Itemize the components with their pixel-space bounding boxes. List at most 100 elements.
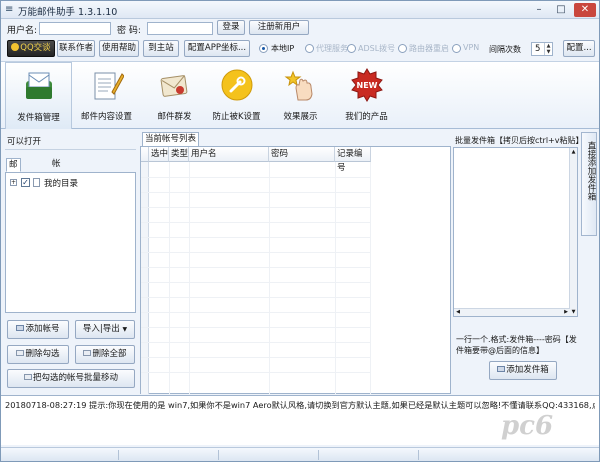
window-title: 万能邮件助手 1.3.1.10 bbox=[18, 7, 118, 18]
status-message[interactable]: 20180718-08:27:19 提示:你现在使用的是 win7,如果你不是w… bbox=[5, 399, 595, 411]
spinner-arrows-icon[interactable]: ▲ ▼ bbox=[544, 43, 552, 55]
home-button[interactable]: 到主站 bbox=[143, 40, 179, 57]
expand-icon[interactable]: + bbox=[10, 179, 17, 186]
add-outbox-button[interactable]: 添加发件箱 bbox=[489, 361, 557, 380]
tool-outbox-manage[interactable]: 发件箱管理 bbox=[5, 62, 72, 129]
grid-line bbox=[189, 162, 190, 394]
watermark-logo: pc6 bbox=[501, 411, 593, 447]
batch-move-icon bbox=[23, 374, 32, 380]
add-account-icon bbox=[16, 325, 25, 331]
grid-line bbox=[141, 237, 371, 238]
contact-author-button[interactable]: 联系作者 bbox=[57, 40, 95, 57]
qq-chat-button[interactable]: QQ交谈 bbox=[7, 40, 55, 57]
grid-tab-current-accounts[interactable]: 当前帐号列表 bbox=[142, 132, 200, 147]
grid-line bbox=[370, 162, 371, 394]
maximize-button[interactable]: □ bbox=[551, 3, 571, 17]
delete-all-button[interactable]: 删除全部 bbox=[75, 345, 135, 364]
interval-spinner[interactable]: 5 ▲ ▼ bbox=[531, 42, 553, 56]
tool-showcase-label: 效果展示 bbox=[283, 112, 318, 122]
delete-all-label: 删除全部 bbox=[92, 349, 127, 359]
import-export-button[interactable]: 导入|导出 ▼ bbox=[75, 320, 135, 339]
action-row: QQ交谈 联系作者 使用帮助 到主站 配置APP坐标... 本地IP 代理服务 … bbox=[1, 38, 599, 60]
tool-anti-block-label: 防止被K设置 bbox=[212, 112, 261, 122]
tool-mass-mail[interactable]: 邮件群发 bbox=[141, 62, 208, 128]
tool-our-products[interactable]: NEW 我们的产品 bbox=[333, 62, 400, 128]
batch-outbox-hint: 一行一个.格式:发件箱----密码【发件箱要带@后面的信息】 bbox=[456, 335, 577, 355]
tool-anti-block[interactable]: 防止被K设置 bbox=[203, 62, 270, 128]
tool-mass-mail-label: 邮件群发 bbox=[157, 112, 192, 122]
grid-line bbox=[141, 282, 371, 283]
minimize-button[interactable]: – bbox=[529, 3, 549, 17]
scroll-right-icon[interactable]: ▶ bbox=[562, 309, 570, 316]
envelope-icon bbox=[160, 75, 188, 97]
config-button[interactable]: 配置... bbox=[563, 40, 595, 57]
scroll-left-icon[interactable]: ◀ bbox=[454, 309, 462, 316]
account-grid[interactable]: 选中 类型 用户名 密码 记录编号 bbox=[140, 146, 451, 394]
close-button[interactable]: ✕ bbox=[574, 3, 596, 17]
tool-mail-content-label: 邮件内容设置 bbox=[80, 112, 132, 122]
svg-text:NEW: NEW bbox=[357, 81, 378, 90]
grid-line bbox=[141, 357, 371, 358]
help-button[interactable]: 使用帮助 bbox=[99, 40, 139, 57]
add-outbox-icon bbox=[497, 366, 506, 372]
grid-header-select[interactable]: 选中 bbox=[149, 147, 169, 162]
horizontal-scrollbar[interactable]: ◀ ▶ bbox=[454, 308, 570, 316]
tree-checkbox[interactable]: ✓ bbox=[21, 178, 30, 187]
tab-move-target[interactable]: 帐号移动目标 bbox=[50, 158, 63, 234]
wrench-icon bbox=[221, 69, 253, 101]
row-header-column bbox=[141, 162, 149, 394]
tab-mail-accounts[interactable]: 邮箱帐号 bbox=[6, 158, 21, 209]
password-field[interactable] bbox=[147, 22, 213, 35]
dropdown-arrow-icon: ▼ bbox=[122, 326, 128, 333]
vertical-scrollbar[interactable]: ▲ ▼ bbox=[569, 148, 577, 316]
config-app-button[interactable]: 配置APP坐标... bbox=[184, 40, 250, 57]
radio-router[interactable] bbox=[398, 44, 407, 53]
login-button[interactable]: 登录 bbox=[217, 20, 245, 35]
interval-value: 5 bbox=[535, 44, 541, 54]
tool-outbox-manage-label: 发件箱管理 bbox=[17, 113, 60, 123]
grid-header-record-no[interactable]: 记录编号 bbox=[335, 147, 371, 173]
tool-our-products-label: 我们的产品 bbox=[345, 112, 388, 122]
radio-adsl[interactable] bbox=[347, 44, 356, 53]
scroll-down-icon[interactable]: ▼ bbox=[570, 308, 577, 316]
radio-vpn-label: VPN bbox=[463, 43, 480, 52]
grid-line bbox=[141, 267, 371, 268]
account-tree: + ✓ 我的目录 bbox=[5, 172, 136, 313]
scroll-up-icon[interactable]: ▲ bbox=[570, 148, 577, 156]
folder-icon bbox=[33, 178, 40, 187]
grid-line bbox=[141, 327, 371, 328]
login-row: 用户名: 密 码: 登录 注册新用户 bbox=[1, 19, 599, 37]
radio-local-ip-label: 本地IP bbox=[271, 44, 295, 53]
document-pencil-icon bbox=[94, 72, 124, 100]
register-button[interactable]: 注册新用户 bbox=[249, 20, 309, 35]
delete-all-icon bbox=[83, 350, 92, 356]
batch-outbox-title: 批量发件箱【拷贝后按ctrl+v粘贴】 bbox=[455, 136, 584, 145]
add-account-label: 添加帐号 bbox=[25, 324, 60, 334]
side-tab-direct-add[interactable]: 直接添加发件箱 bbox=[581, 132, 597, 236]
grid-line bbox=[141, 312, 371, 313]
grid-header-username[interactable]: 用户名 bbox=[189, 147, 269, 162]
grid-line bbox=[141, 252, 371, 253]
radio-proxy-label: 代理服务 bbox=[316, 44, 348, 53]
hand-star-icon bbox=[284, 70, 313, 101]
radio-vpn[interactable] bbox=[452, 44, 461, 53]
grid-header-type[interactable]: 类型 bbox=[169, 147, 189, 162]
username-field[interactable] bbox=[39, 22, 111, 35]
batch-move-button[interactable]: 把勾选的帐号批量移动 bbox=[7, 369, 135, 388]
delete-checked-button[interactable]: 删除勾选 bbox=[7, 345, 69, 364]
grid-line bbox=[169, 162, 170, 394]
radio-proxy[interactable] bbox=[305, 44, 314, 53]
watermark-text: pc6 bbox=[501, 411, 554, 441]
add-account-button[interactable]: 添加帐号 bbox=[7, 320, 69, 339]
tool-mail-content[interactable]: 邮件内容设置 bbox=[73, 62, 140, 128]
grid-header-password[interactable]: 密码 bbox=[269, 147, 335, 162]
radio-local-ip[interactable] bbox=[259, 44, 268, 53]
grid-line bbox=[269, 162, 270, 394]
qq-chat-label: QQ交谈 bbox=[20, 43, 51, 53]
outbox-icon bbox=[26, 72, 52, 99]
batch-move-label: 把勾选的帐号批量移动 bbox=[32, 373, 118, 383]
batch-outbox-textarea[interactable]: ▲ ▼ ◀ ▶ bbox=[453, 147, 578, 317]
side-tab-label: 直接添加发件箱 bbox=[586, 141, 596, 201]
radio-router-label: 路由器重启 bbox=[409, 44, 449, 53]
tool-showcase[interactable]: 效果展示 bbox=[267, 62, 334, 128]
